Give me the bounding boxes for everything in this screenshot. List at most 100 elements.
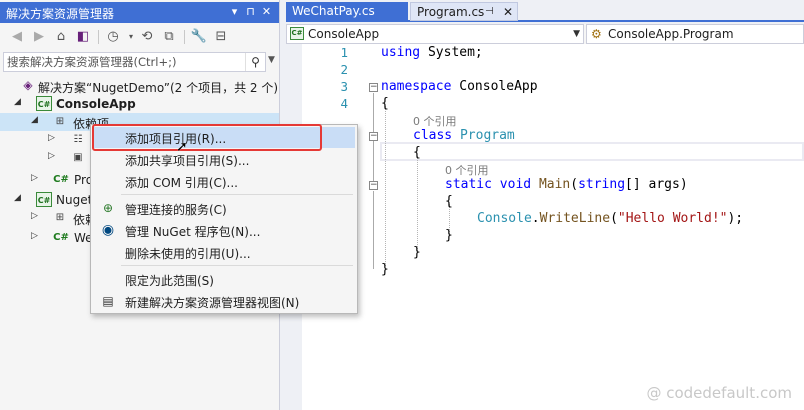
dependencies-icon: ⊞: [55, 116, 65, 127]
tree-item-project-consoleapp[interactable]: ◢ C# ConsoleApp: [0, 95, 279, 113]
forward-icon[interactable]: ▶: [30, 28, 48, 46]
line-number: 1: [340, 45, 348, 60]
code-line: {: [413, 145, 421, 160]
code-token: void: [499, 177, 532, 192]
reference-count-hint[interactable]: 0 个引用: [413, 113, 457, 129]
collapse-icon[interactable]: −: [369, 132, 378, 141]
code-editor: WeChatPay.cs Program.cs ⊣ ✕ C# ConsoleAp…: [286, 0, 804, 410]
expanded-arrow-icon[interactable]: ◢: [31, 115, 41, 125]
nuget-icon: ◉: [101, 222, 115, 238]
code-token: static: [445, 177, 492, 192]
toolbar-separator: [184, 30, 185, 44]
reference-count-hint[interactable]: 0 个引用: [445, 162, 489, 178]
search-input[interactable]: [7, 53, 245, 71]
code-line: }: [381, 262, 389, 277]
dependencies-icon: ⊞: [55, 212, 65, 223]
code-token: namespace: [381, 79, 452, 94]
close-icon[interactable]: ✕: [259, 4, 274, 20]
code-token: Program: [459, 128, 515, 143]
preview-icon[interactable]: ⊟: [212, 28, 230, 46]
code-line: }: [445, 228, 453, 243]
code-token: class: [413, 128, 453, 143]
tree-item-label: 解决方案“NugetDemo”(2 个项目，共 2 个): [38, 81, 279, 95]
menu-item-add-shared-project-reference[interactable]: 添加共享项目引用(S)...: [93, 149, 355, 170]
menu-item-remove-unused-references[interactable]: 删除未使用的引用(U)...: [93, 242, 355, 263]
code-line: Console.WriteLine("Hello World!");: [477, 211, 743, 226]
menu-item-scope-to-this[interactable]: 限定为此范围(S): [93, 269, 355, 290]
menu-item-manage-nuget-packages[interactable]: ◉ 管理 NuGet 程序包(N)...: [93, 220, 355, 241]
collapsed-arrow-icon[interactable]: ▷: [48, 133, 58, 143]
code-token: {: [413, 145, 421, 160]
code-token: string: [578, 177, 626, 192]
code-line: namespace ConsoleApp: [381, 79, 538, 94]
collapsed-arrow-icon[interactable]: ▷: [31, 173, 41, 183]
tab-wechatpay[interactable]: WeChatPay.cs: [286, 2, 408, 21]
code-token: );: [727, 211, 744, 226]
switch-views-icon[interactable]: ◧: [74, 28, 92, 46]
search-options-icon[interactable]: ▼: [268, 55, 275, 65]
project-dropdown[interactable]: C# ConsoleApp ▼: [286, 24, 584, 44]
code-token: System;: [420, 45, 483, 60]
home-icon[interactable]: ⌂: [52, 28, 70, 46]
collapsed-arrow-icon[interactable]: ▷: [48, 151, 58, 161]
pin-icon[interactable]: ⊓: [243, 4, 258, 20]
code-token: {: [381, 96, 389, 111]
code-token: Main: [538, 177, 571, 192]
fold-line: [373, 191, 374, 269]
code-token: "Hello World!": [617, 211, 728, 226]
search-box[interactable]: ⚲: [3, 52, 266, 72]
expanded-arrow-icon[interactable]: ◢: [14, 97, 24, 107]
code-token: using: [381, 45, 421, 60]
collapse-icon[interactable]: −: [369, 181, 378, 190]
tree-item-label: ConsoleApp: [56, 97, 136, 111]
menu-item-add-com-reference[interactable]: 添加 COM 引用(C)...: [93, 171, 355, 192]
collapsed-arrow-icon[interactable]: ▷: [31, 211, 41, 221]
collapse-all-icon[interactable]: ⧉: [160, 28, 178, 46]
close-icon[interactable]: ✕: [503, 3, 513, 21]
back-icon[interactable]: ◀: [8, 28, 26, 46]
solution-explorer-titlebar: 解决方案资源管理器 ▾ ⊓ ✕: [0, 2, 279, 23]
solution-explorer-toolbar: ◀ ▶ ⌂ ◧ ◷ ▾ ⟲ ⧉ 🔧 ⊟: [0, 24, 279, 50]
code-token: (: [610, 211, 618, 226]
line-number: 4: [340, 96, 348, 111]
new-view-icon: ▤: [102, 294, 114, 308]
current-line-highlight: [380, 142, 804, 161]
code-token: }: [413, 245, 421, 260]
expanded-arrow-icon[interactable]: ◢: [14, 193, 24, 203]
collapse-icon[interactable]: −: [369, 83, 378, 92]
code-token: ConsoleApp: [451, 79, 538, 94]
csharp-project-icon: C#: [290, 27, 304, 40]
collapsed-arrow-icon[interactable]: ▷: [31, 231, 41, 241]
indent-guide: [417, 156, 418, 253]
csharp-file-icon: C#: [53, 174, 69, 185]
analyzers-icon: ☷: [73, 134, 83, 145]
pin-icon[interactable]: ⊣: [485, 3, 494, 21]
properties-icon[interactable]: 🔧: [190, 28, 208, 46]
code-area[interactable]: 1 2 3 4 − − − using System; namespace Co…: [286, 44, 804, 410]
tab-label: WeChatPay.cs: [292, 4, 375, 18]
solution-icon: ◈: [23, 78, 33, 92]
code-token: }: [445, 228, 453, 243]
tree-item-label: Nuget: [56, 193, 93, 207]
menu-item-label: 管理 NuGet 程序包(N)...: [125, 225, 261, 239]
line-number: 2: [340, 62, 348, 77]
watermark: @ codedefault.com: [646, 384, 792, 402]
tab-program[interactable]: Program.cs ⊣ ✕: [410, 2, 518, 21]
menu-item-label: 限定为此范围(S): [125, 274, 214, 288]
pending-changes-icon[interactable]: ◷: [104, 28, 122, 46]
tree-item-solution[interactable]: ◈ 解决方案“NugetDemo”(2 个项目，共 2 个): [0, 77, 279, 95]
menu-item-add-project-reference[interactable]: 添加项目引用(R)...: [93, 127, 355, 148]
dropdown-icon[interactable]: ▾: [227, 4, 242, 20]
code-token: .: [531, 211, 540, 226]
menu-item-label: 添加 COM 引用(C)...: [125, 176, 238, 190]
menu-item-manage-connected-services[interactable]: ⊕ 管理连接的服务(C): [93, 198, 355, 219]
sync-icon[interactable]: ⟲: [138, 28, 156, 46]
line-number: 3: [340, 79, 348, 94]
menu-item-new-solution-explorer-view[interactable]: ▤ 新建解决方案资源管理器视图(N): [93, 291, 355, 312]
code-line: class Program: [413, 128, 515, 143]
csharp-project-icon: C#: [36, 96, 52, 111]
menu-separator: [121, 194, 353, 195]
search-icon[interactable]: ⚲: [245, 53, 265, 71]
indent-guide: [385, 106, 386, 266]
class-dropdown[interactable]: ⚙ ConsoleApp.Program: [586, 24, 804, 44]
